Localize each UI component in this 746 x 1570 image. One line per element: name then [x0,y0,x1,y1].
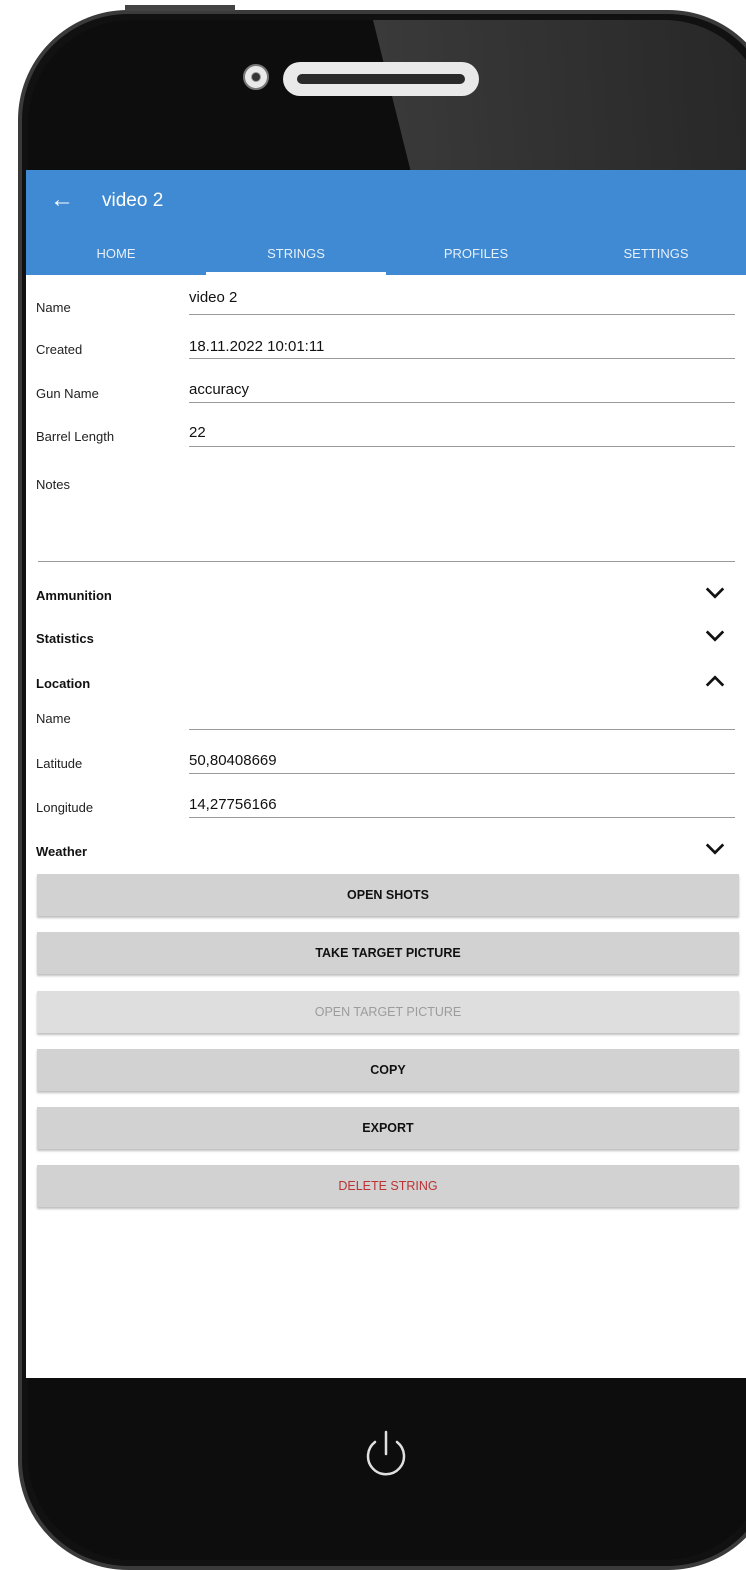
tab-settings[interactable]: SETTINGS [566,238,746,275]
tab-home[interactable]: HOME [26,238,206,275]
barrel-length-underline [189,446,735,447]
notes-underline [38,561,735,562]
section-weather[interactable]: Weather [36,844,87,859]
chevron-down-icon[interactable] [704,625,726,647]
chevron-down-icon[interactable] [704,838,726,860]
created-underline [189,358,735,359]
section-statistics[interactable]: Statistics [36,631,94,646]
chevron-up-icon[interactable] [704,670,726,692]
latitude-label: Latitude [36,756,83,771]
open-target-picture-button[interactable]: OPEN TARGET PICTURE [37,991,739,1033]
app-bar: ← video 2 HOME STRINGS PROFILES SETTINGS [26,170,746,275]
tab-profiles[interactable]: PROFILES [386,238,566,275]
latitude-underline [189,773,735,774]
gun-name-underline [189,402,735,403]
speaker-grille [283,62,479,96]
barrel-length-label: Barrel Length [36,429,115,444]
longitude-field[interactable]: 14,27756166 [189,796,277,813]
chevron-down-icon[interactable] [704,582,726,604]
location-name-underline [189,729,735,730]
location-name-label: Name [36,711,71,726]
take-target-picture-button[interactable]: TAKE TARGET PICTURE [37,932,739,974]
side-button [125,5,235,11]
longitude-underline [189,817,735,818]
tab-bar: HOME STRINGS PROFILES SETTINGS [26,238,746,275]
copy-button[interactable]: COPY [37,1049,739,1091]
notes-label: Notes [36,477,70,492]
power-icon[interactable] [358,1426,414,1482]
open-shots-button[interactable]: OPEN SHOTS [37,874,739,916]
back-arrow-icon[interactable]: ← [50,186,74,214]
latitude-field[interactable]: 50,80408669 [189,752,277,769]
name-label: Name [36,300,71,315]
export-button[interactable]: EXPORT [37,1107,739,1149]
delete-string-button[interactable]: DELETE STRING [37,1165,739,1207]
location-name-field[interactable] [189,708,729,728]
page-title: video 2 [102,190,164,211]
name-underline [189,314,735,315]
barrel-length-field[interactable]: 22 [189,424,206,441]
section-location[interactable]: Location [36,676,90,691]
section-ammunition[interactable]: Ammunition [36,588,112,603]
longitude-label: Longitude [36,800,94,815]
created-field[interactable]: 18.11.2022 10:01:11 [189,338,324,355]
created-label: Created [36,342,83,357]
notes-field[interactable] [189,500,729,550]
gun-name-field[interactable]: accuracy [189,381,249,398]
camera-icon [243,64,269,90]
tab-strings[interactable]: STRINGS [206,238,386,275]
gun-name-label: Gun Name [36,386,99,401]
app-screen: ← video 2 HOME STRINGS PROFILES SETTINGS… [26,170,746,1378]
name-field[interactable]: video 2 [189,289,237,306]
